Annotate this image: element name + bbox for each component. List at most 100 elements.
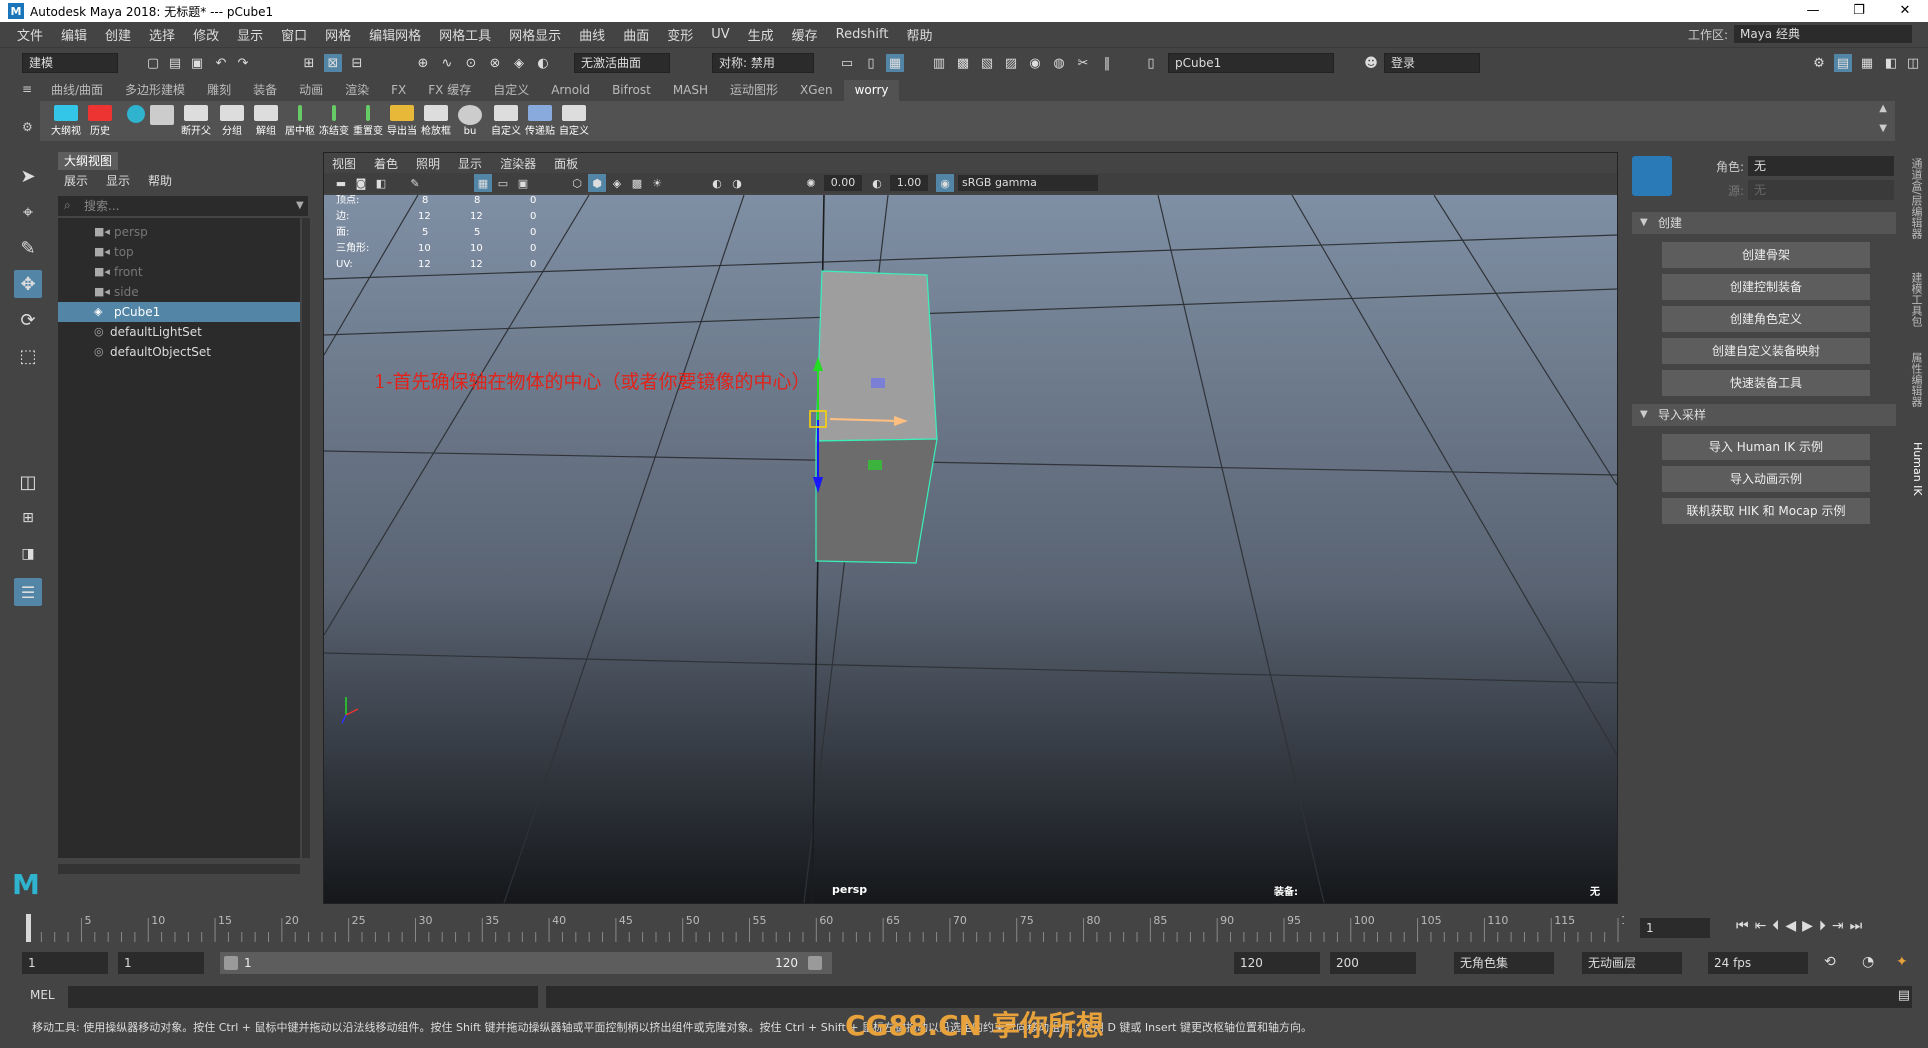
shelf-tab-fx[interactable]: FX <box>380 80 417 101</box>
import-section-header[interactable]: ▼ 导入采样 <box>1632 404 1896 426</box>
import-human-ik-example-button[interactable]: 导入 Human IK 示例 <box>1662 434 1870 460</box>
animation-prefs-icon[interactable]: ✦ <box>1896 954 1908 970</box>
undo-icon[interactable]: ↶ <box>212 54 230 72</box>
camera-select-icon[interactable]: ▬ <box>332 174 350 192</box>
shelf-btn-python[interactable]: bu <box>454 105 486 137</box>
character-set-dropdown[interactable]: 无角色集 <box>1454 952 1554 974</box>
menu-curves[interactable]: 曲线 <box>570 25 614 44</box>
menu-uv[interactable]: UV <box>702 27 738 42</box>
save-scene-icon[interactable]: ▣ <box>188 54 206 72</box>
viewport-menu-renderer[interactable]: 渲染器 <box>500 155 536 172</box>
outliner-search-input[interactable]: 搜索... <box>58 196 308 216</box>
shelf-btn-custom-2[interactable]: 自定义 <box>558 105 590 137</box>
outliner-tab[interactable]: 大纲视图 <box>58 152 119 170</box>
construction-history-icon[interactable]: ▭ <box>838 54 856 72</box>
viewport-menu-panels[interactable]: 面板 <box>554 155 578 172</box>
viewport-scene[interactable]: 顶点: 8 8 0 边: 12 12 0 面: 5 5 0 三角形: 10 10 0 UV: 12 12 0 … <box>324 195 1617 903</box>
close-icon[interactable]: ✕ <box>1882 0 1928 22</box>
grease-pencil-icon[interactable]: ✎ <box>406 174 424 192</box>
step-forward-key-icon[interactable]: ⇥ <box>1832 918 1844 934</box>
create-custom-rig-mapping-button[interactable]: 创建自定义装备映射 <box>1662 338 1870 364</box>
grid-toggle-icon[interactable]: ▦ <box>474 174 492 192</box>
modeling-toolkit-icon[interactable]: ⚙ <box>1810 54 1828 72</box>
play-backward-icon[interactable]: ◀ <box>1785 918 1796 934</box>
menu-mesh-tools[interactable]: 网格工具 <box>430 25 500 44</box>
menu-select[interactable]: 选择 <box>140 25 184 44</box>
shelf-tab-arnold[interactable]: Arnold <box>540 80 601 101</box>
shelf-btn-export[interactable]: 导出当 <box>386 105 418 137</box>
menu-generate[interactable]: 生成 <box>739 25 783 44</box>
menu-edit-mesh[interactable]: 编辑网格 <box>360 25 430 44</box>
menu-mesh[interactable]: 网格 <box>316 25 360 44</box>
snap-point-icon[interactable]: ⊙ <box>462 54 480 72</box>
lasso-tool-icon[interactable]: ⌖ <box>14 198 42 226</box>
outliner-layout-icon[interactable]: ☰ <box>14 578 42 606</box>
outliner-vertical-scrollbar[interactable] <box>302 218 310 858</box>
create-section-header[interactable]: ▼ 创建 <box>1632 212 1896 234</box>
menu-file[interactable]: 文件 <box>8 25 52 44</box>
shelf-tab-animation[interactable]: 动画 <box>288 80 334 101</box>
shelf-tab-rendering[interactable]: 渲染 <box>334 80 380 101</box>
play-forward-icon[interactable]: ▶ <box>1802 918 1813 934</box>
loop-icon[interactable]: ⟲ <box>1824 954 1836 970</box>
snap-curve-icon[interactable]: ∿ <box>438 54 456 72</box>
menu-windows[interactable]: 窗口 <box>272 25 316 44</box>
outliner-item-default-light-set[interactable]: ◎ defaultLightSet <box>58 322 300 342</box>
outliner-item-pcube1[interactable]: ◈ pCube1 <box>58 302 300 322</box>
outliner-horizontal-scrollbar[interactable] <box>58 864 300 874</box>
select-object-icon[interactable]: ⊠ <box>324 54 342 72</box>
outliner-item-default-object-set[interactable]: ◎ defaultObjectSet <box>58 342 300 362</box>
current-time-marker[interactable] <box>26 914 31 942</box>
side-tab-channel-box[interactable]: 通道盒/层编辑器 <box>1904 158 1924 239</box>
smooth-shade-icon[interactable]: ⬢ <box>588 174 606 192</box>
viewport-menu-view[interactable]: 视图 <box>332 155 356 172</box>
snap-projected-icon[interactable]: ⊗ <box>486 54 504 72</box>
input-line-mode-icon[interactable]: ▯ <box>1142 54 1160 72</box>
go-to-end-icon[interactable]: ⏭ <box>1850 918 1863 934</box>
render-view-icon[interactable]: ▦ <box>886 54 904 72</box>
outliner-item-side[interactable]: ■◂ side <box>58 282 300 302</box>
viewport-menu-shading[interactable]: 着色 <box>374 155 398 172</box>
tools-icon[interactable]: ✂ <box>1074 54 1092 72</box>
xray-icon[interactable]: ◑ <box>728 174 746 192</box>
menu-surfaces[interactable]: 曲面 <box>614 25 658 44</box>
pause-icon[interactable]: ‖ <box>1098 54 1116 72</box>
shelf-tab-motion-graphics[interactable]: 运动图形 <box>719 80 789 101</box>
gamma-field[interactable]: 1.00 <box>890 175 928 191</box>
menu-help[interactable]: 帮助 <box>897 25 941 44</box>
shelf-btn-group[interactable]: 分组 <box>216 105 248 137</box>
shelf-btn-history[interactable]: 历史 <box>84 105 116 137</box>
channel-box-icon[interactable]: ▤ <box>1834 54 1852 72</box>
range-end-handle[interactable] <box>808 956 822 970</box>
menu-create[interactable]: 创建 <box>96 25 140 44</box>
shelf-btn-center-pivot[interactable]: 居中枢 <box>284 105 316 137</box>
object-name-field[interactable]: pCube1 <box>1168 53 1334 73</box>
current-frame-field[interactable]: 1 <box>1640 918 1710 938</box>
create-skeleton-button[interactable]: 创建骨架 <box>1662 242 1870 268</box>
time-slider[interactable]: 5 10 15 20 25 30 35 40 45 50 55 60 65 70 75 80 85 90 95 100… <box>22 908 1624 942</box>
shelf-btn-freeze[interactable]: 冻结变 <box>318 105 350 137</box>
redshift-icon[interactable]: ◍ <box>1050 54 1068 72</box>
menu-edit[interactable]: 编辑 <box>52 25 96 44</box>
snap-view-plane-icon[interactable]: ◈ <box>510 54 528 72</box>
shelf-btn-checker[interactable] <box>146 105 178 137</box>
import-animation-example-button[interactable]: 导入动画示例 <box>1662 466 1870 492</box>
color-management-icon[interactable]: ◉ <box>936 174 954 192</box>
login-dropdown[interactable]: 登录 <box>1384 53 1480 73</box>
shelf-gear-icon[interactable]: ⚙ <box>22 120 36 134</box>
wireframe-icon[interactable]: ⬡ <box>568 174 586 192</box>
ipr-render-icon[interactable]: ▩ <box>954 54 972 72</box>
wireframe-on-shaded-icon[interactable]: ◈ <box>608 174 626 192</box>
resolution-gate-icon[interactable]: ▣ <box>514 174 532 192</box>
shelf-tab-curves[interactable]: 曲线/曲面 <box>40 80 114 101</box>
move-tool-icon[interactable]: ✥ <box>14 270 42 298</box>
human-ik-logo[interactable] <box>1632 156 1672 196</box>
shelf-tab-bifrost[interactable]: Bifrost <box>601 80 662 101</box>
menu-set-dropdown[interactable]: 建模 <box>22 53 118 73</box>
viewport-menu-show[interactable]: 显示 <box>458 155 482 172</box>
create-control-rig-button[interactable]: 创建控制装备 <box>1662 274 1870 300</box>
fps-dropdown[interactable]: 24 fps <box>1708 952 1808 974</box>
textured-icon[interactable]: ▩ <box>628 174 646 192</box>
minimize-icon[interactable]: — <box>1790 0 1836 22</box>
outliner-item-front[interactable]: ■◂ front <box>58 262 300 282</box>
